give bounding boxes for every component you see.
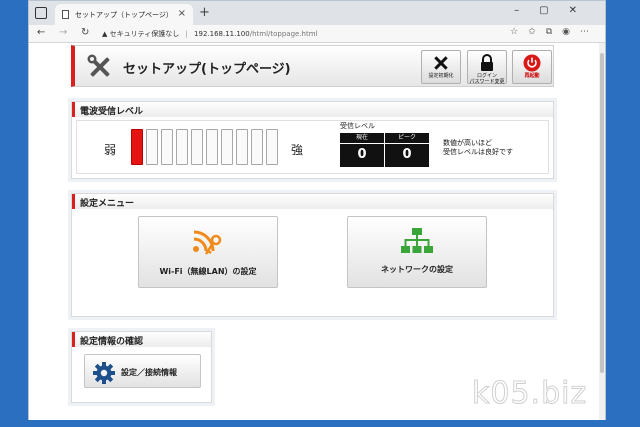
settings-menu-section-title: 設定メニュー	[72, 194, 553, 209]
settings-menu-panel: 設定メニュー Wi-Fi（無線LAN）の設定 ネットワークの設定	[71, 193, 554, 317]
back-icon[interactable]: ←	[37, 27, 45, 38]
peak-value: 0	[402, 147, 412, 162]
wrench-screwdriver-icon	[434, 56, 448, 70]
current-value: 0	[357, 147, 367, 162]
signal-panel: 電波受信レベル 弱 強 受信レベル 現在 0 ピーク 0 数値が高いほど 受信レ…	[71, 101, 554, 179]
power-icon	[523, 54, 541, 72]
browser-tab[interactable]: セットアップ（トップページ） ×	[55, 4, 193, 25]
address-separator: |	[185, 30, 188, 38]
level-caption: 受信レベル	[340, 122, 375, 130]
scrollbar-thumb[interactable]	[600, 53, 604, 373]
settings-menu-body: Wi-Fi（無線LAN）の設定 ネットワークの設定	[76, 212, 549, 312]
current-label: 現在	[340, 133, 384, 144]
peak-label: ピーク	[385, 133, 429, 144]
window-controls[interactable]: –▢✕	[514, 5, 597, 16]
peak-level-box: ピーク 0	[385, 133, 429, 167]
network-settings-label: ネットワークの設定	[381, 265, 453, 274]
settings-connection-info-label: 設定／接続情報	[121, 368, 177, 377]
window-menu-icon[interactable]	[35, 7, 47, 19]
settings-info-body: 設定／接続情報	[76, 350, 207, 398]
gear-icon	[93, 362, 115, 384]
signal-panel-body: 弱 強 受信レベル 現在 0 ピーク 0 数値が高いほど 受信レベルは良好です	[76, 120, 549, 174]
reboot-label: 再起動	[524, 73, 540, 79]
weak-label: 弱	[104, 143, 117, 157]
factory-reset-label: 設定初期化	[428, 73, 454, 79]
watermark: k05.biz	[471, 376, 588, 412]
settings-info-panel: 設定情報の確認 設定／接続情報	[71, 331, 212, 403]
login-password-button[interactable]: ログイン パスワード変更	[467, 50, 507, 85]
wifi-settings-button[interactable]: Wi-Fi（無線LAN）の設定	[138, 216, 278, 288]
signal-bar	[266, 129, 278, 165]
signal-bar	[221, 129, 233, 165]
new-tab-button[interactable]: +	[199, 5, 210, 20]
page-header: セットアップ(トップページ) 設定初期化 ログイン パスワード変更 再起動	[71, 45, 554, 87]
page-title: セットアップ(トップページ)	[123, 62, 291, 77]
settings-connection-info-button[interactable]: 設定／接続情報	[84, 354, 201, 388]
tab-bar: セットアップ（トップページ） × + –▢✕	[29, 1, 605, 25]
signal-bar	[206, 129, 218, 165]
toolbar-icons[interactable]: ☆✩⧉◉⋯	[510, 27, 599, 37]
address-bar[interactable]: ▲ セキュリティ保護なし | 192.168.11.100/html/toppa…	[102, 27, 522, 41]
signal-note: 数値が高いほど 受信レベルは良好です	[443, 139, 513, 157]
page-viewport: セットアップ(トップページ) 設定初期化 ログイン パスワード変更 再起動 電波…	[29, 43, 605, 420]
settings-info-section-title: 設定情報の確認	[72, 332, 211, 347]
strong-label: 強	[291, 143, 304, 157]
vertical-scrollbar[interactable]	[599, 43, 605, 420]
signal-bar	[236, 129, 248, 165]
signal-bar	[191, 129, 203, 165]
address-bar-row: ← → ↻ ▲ セキュリティ保護なし | 192.168.11.100/html…	[29, 25, 605, 43]
network-settings-button[interactable]: ネットワークの設定	[347, 216, 487, 288]
wifi-key-icon	[193, 230, 222, 255]
signal-note-line1: 数値が高いほど	[443, 139, 492, 147]
current-level-box: 現在 0	[340, 133, 384, 167]
browser-window: セットアップ（トップページ） × + –▢✕ ← → ↻ ▲ セキュリティ保護な…	[28, 0, 606, 420]
tab-close-icon[interactable]: ×	[178, 8, 186, 19]
signal-bar	[251, 129, 263, 165]
warning-icon: ▲	[102, 30, 108, 38]
network-tree-icon	[401, 228, 433, 253]
reload-icon[interactable]: ↻	[81, 27, 89, 38]
wifi-settings-label: Wi-Fi（無線LAN）の設定	[159, 267, 257, 276]
forward-icon[interactable]: →	[59, 27, 67, 38]
reboot-button[interactable]: 再起動	[512, 50, 552, 84]
tools-icon	[87, 54, 110, 77]
signal-note-line2: 受信レベルは良好です	[443, 148, 513, 156]
tab-title: セットアップ（トップページ）	[75, 11, 173, 19]
signal-bar	[131, 129, 143, 165]
factory-reset-button[interactable]: 設定初期化	[421, 50, 461, 84]
signal-bar	[176, 129, 188, 165]
url-path: /html/toppage.html	[249, 30, 318, 38]
security-label: セキュリティ保護なし	[109, 30, 180, 38]
login-label-line2: パスワード変更	[469, 79, 505, 85]
page-icon	[62, 10, 69, 19]
signal-bar	[161, 129, 173, 165]
lock-icon	[481, 54, 493, 71]
signal-bar	[146, 129, 158, 165]
url-host: 192.168.11.100	[194, 30, 250, 38]
signal-section-title: 電波受信レベル	[72, 102, 553, 117]
